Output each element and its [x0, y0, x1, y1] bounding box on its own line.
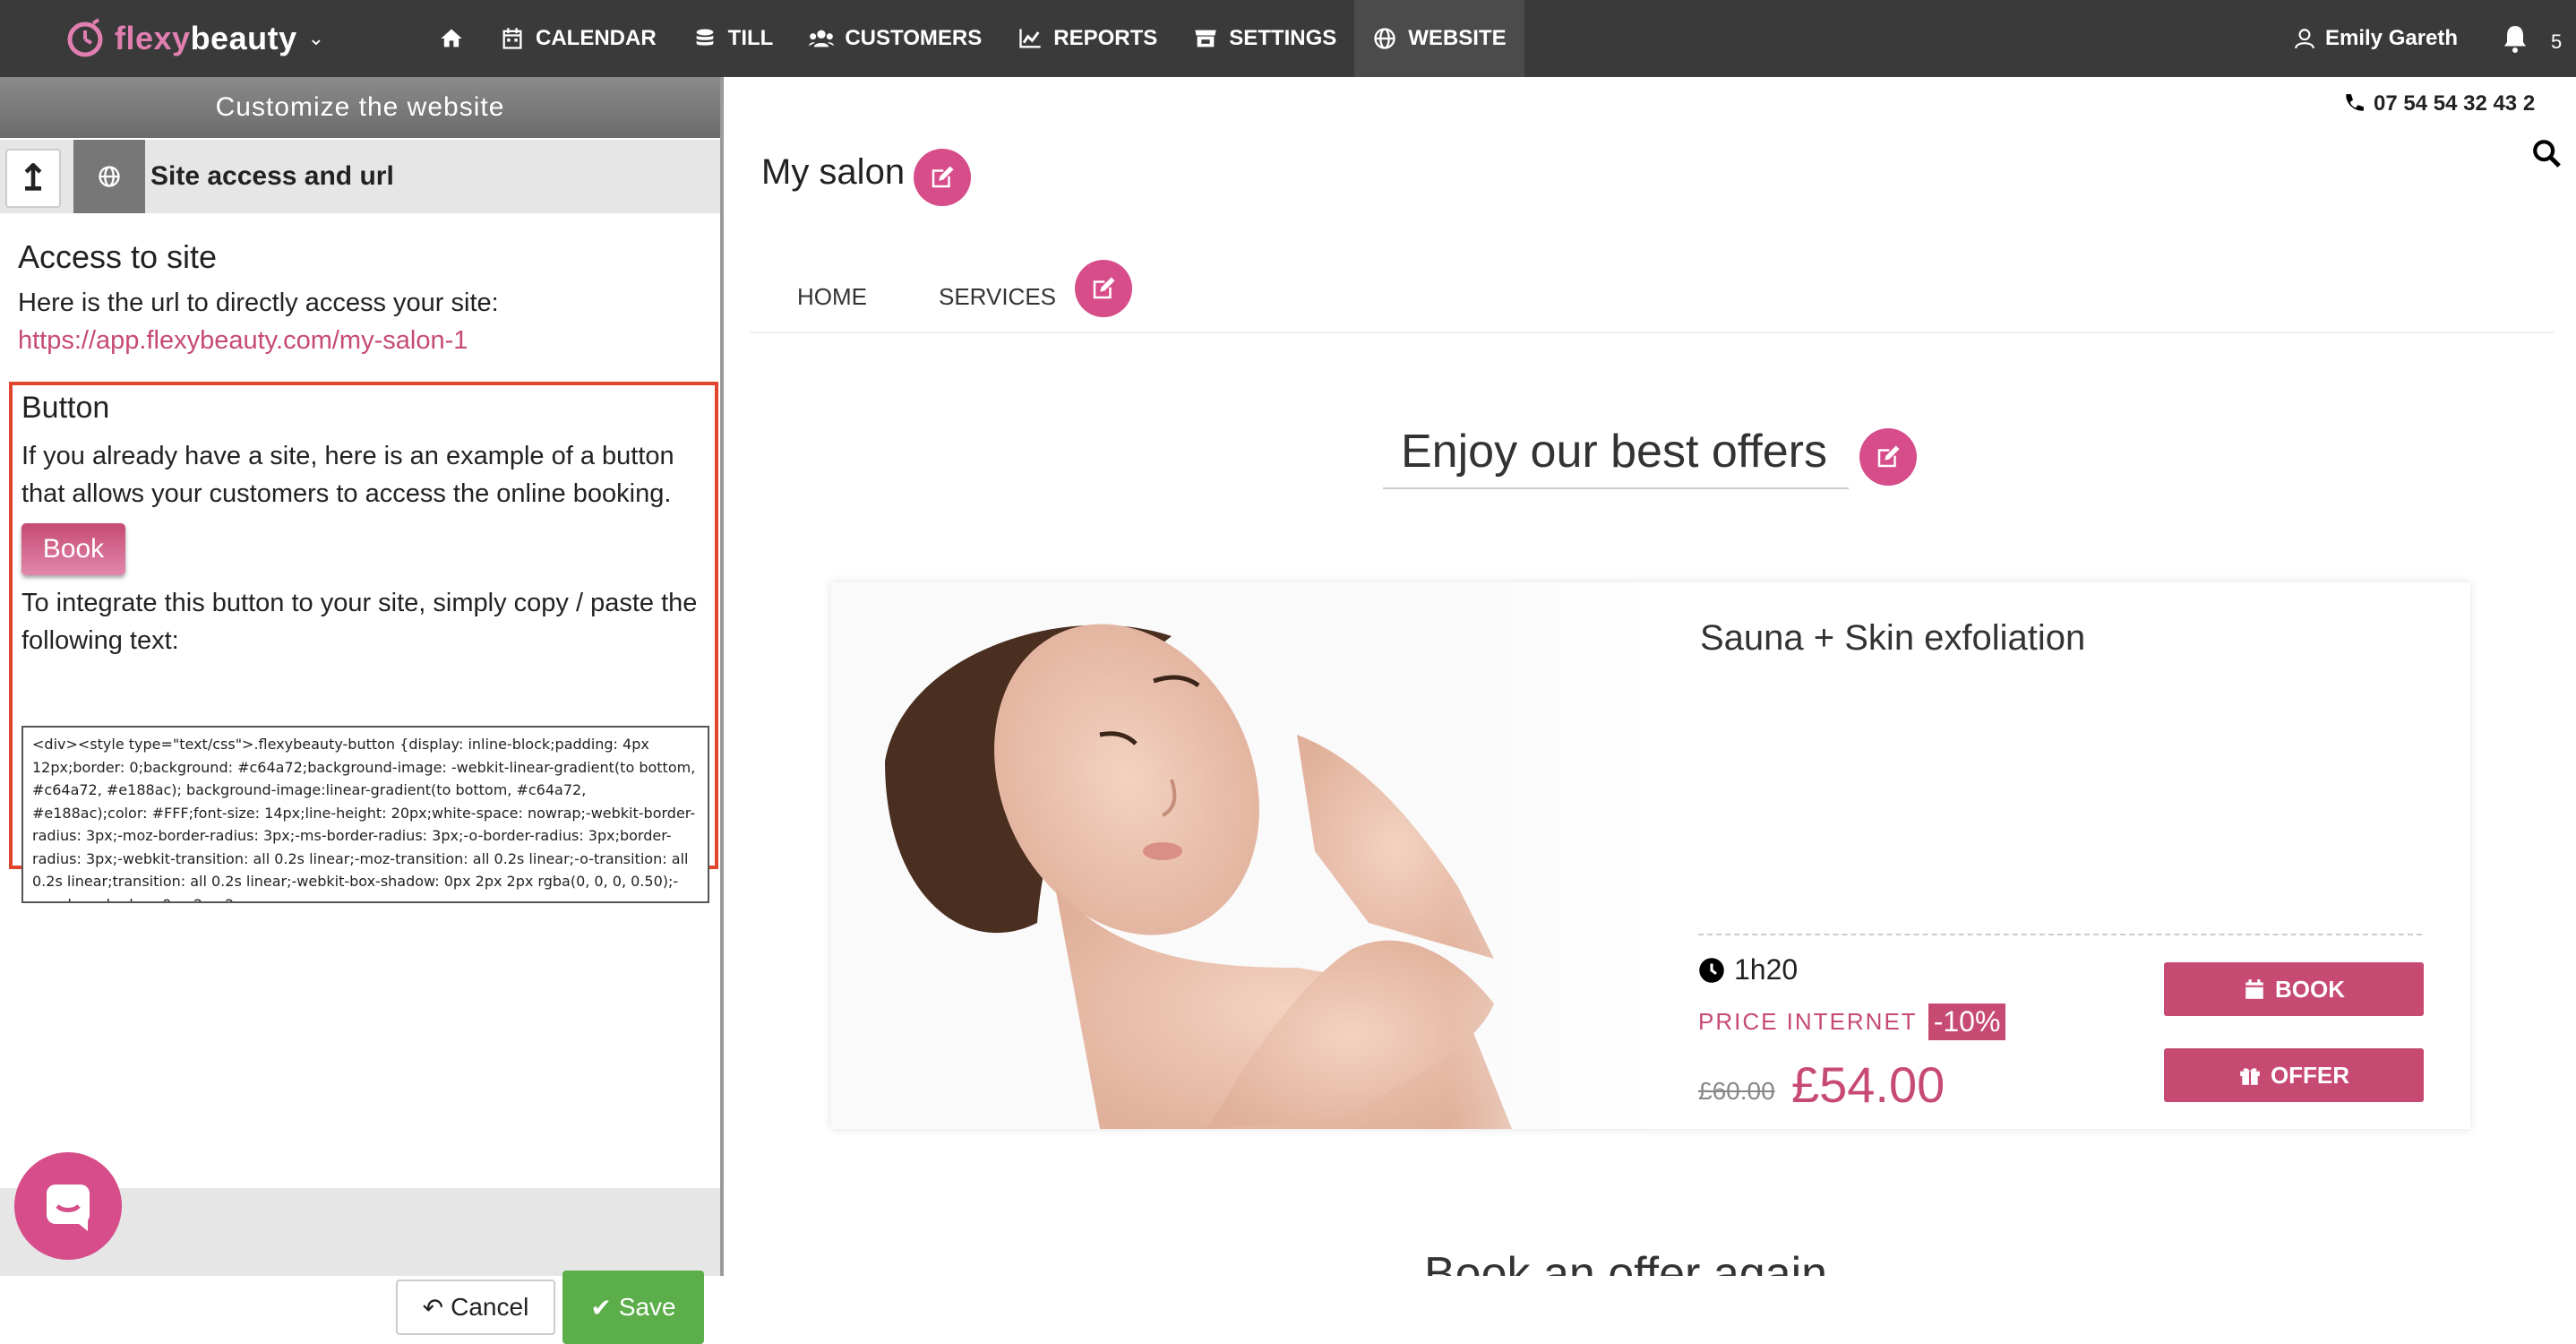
offer-gift-button[interactable]: OFFER	[2164, 1048, 2424, 1102]
search-icon[interactable]	[2531, 138, 2562, 168]
nav-till-label: TILL	[727, 26, 774, 50]
save-button[interactable]: ✔ Save	[562, 1271, 704, 1344]
coins-icon	[696, 29, 714, 46]
access-text: Here is the url to directly access your …	[18, 289, 499, 317]
nav-till[interactable]: TILL	[674, 0, 792, 77]
button-section: Button If you already have a site, here …	[9, 382, 718, 903]
edit-icon	[1093, 277, 1115, 299]
nav-reports-label: REPORTS	[1053, 26, 1158, 50]
brand-logo[interactable]: flexybeauty ⌄	[63, 16, 324, 61]
offer-book-button[interactable]: BOOK	[2164, 962, 2424, 1016]
brand-name: flexybeauty	[115, 20, 297, 56]
cancel-button[interactable]: ↶ Cancel	[396, 1279, 555, 1335]
integrate-text: To integrate this button to your site, s…	[21, 589, 698, 655]
calendar-icon	[502, 28, 522, 49]
nav-website[interactable]: WEBSITE	[1354, 0, 1524, 77]
bell-icon[interactable]	[2499, 23, 2531, 56]
site-url-link[interactable]: https://app.flexybeauty.com/my-salon-1	[18, 326, 468, 356]
edit-icon	[1877, 445, 1900, 468]
nav-settings[interactable]: SETTINGS	[1175, 0, 1354, 77]
offer-image	[831, 582, 1655, 1129]
price-row: PRICE INTERNET -10%	[1698, 1004, 2006, 1040]
nav-reports[interactable]: REPORTS	[1000, 0, 1175, 77]
offer-label: OFFER	[2270, 1061, 2350, 1089]
old-price: £60.00	[1698, 1077, 1775, 1105]
calendar-icon	[2245, 979, 2263, 999]
phone-text: 07 54 54 32 43 2	[2374, 91, 2536, 116]
discount-badge: -10%	[1928, 1004, 2006, 1040]
back-up-button[interactable]: ↥	[5, 149, 61, 208]
top-nav-bar: flexybeauty ⌄ CALENDAR TILL CUSTOMERS RE…	[0, 0, 2576, 77]
offers-title: Enjoy our best offers	[1401, 426, 1827, 478]
globe-icon	[99, 166, 120, 187]
panel-header: Customize the website	[0, 77, 720, 138]
check-icon: ✔	[590, 1293, 612, 1322]
save-label: Save	[618, 1293, 676, 1321]
chat-icon	[47, 1185, 90, 1231]
user-icon	[2295, 29, 2314, 49]
gift-icon	[2240, 1068, 2260, 1085]
section-bar: ↥ Site access and url	[0, 140, 720, 213]
home-icon	[441, 29, 462, 47]
nav-calendar[interactable]: CALENDAR	[482, 0, 674, 77]
book-label: BOOK	[2275, 975, 2345, 1003]
undo-icon: ↶	[422, 1293, 444, 1322]
users-icon	[809, 30, 835, 47]
offer-name: Sauna + Skin exfoliation	[1700, 618, 2086, 658]
clock-icon	[1699, 957, 1724, 983]
section-globe	[73, 140, 145, 213]
edit-salon-name-button[interactable]	[914, 149, 971, 206]
chat-launcher[interactable]	[14, 1152, 122, 1260]
offer-duration: 1h20	[1698, 953, 1798, 986]
button-title: Button	[21, 391, 110, 425]
nav-customers[interactable]: CUSTOMERS	[791, 0, 1000, 77]
book-demo-button[interactable]: Book	[21, 523, 125, 575]
duration-text: 1h20	[1734, 953, 1799, 986]
embed-code-textarea[interactable]: <div><style type="text/css">.flexybeauty…	[21, 726, 709, 903]
site-menu: HOME SERVICES	[797, 283, 1056, 311]
access-title: Access to site	[18, 238, 218, 275]
phone-number: 07 54 54 32 43 2	[2341, 91, 2535, 116]
globe-icon	[1374, 28, 1395, 49]
next-section-heading: Book an offer again	[1424, 1248, 1828, 1276]
notification-count: 5	[2551, 30, 2563, 53]
chart-icon	[1019, 29, 1041, 48]
chevron-down-icon: ⌄	[307, 27, 325, 49]
offer-divider	[1698, 934, 2422, 935]
nav-calendar-label: CALENDAR	[536, 26, 657, 50]
edit-icon	[932, 166, 954, 188]
nav-settings-label: SETTINGS	[1229, 26, 1337, 50]
section-title: Site access and url	[150, 161, 394, 191]
main-nav: CALENDAR TILL CUSTOMERS REPORTS SETTINGS…	[421, 0, 1524, 77]
nav-home[interactable]	[421, 0, 482, 77]
edit-menu-button[interactable]	[1075, 260, 1132, 317]
price-label: PRICE INTERNET	[1698, 1008, 1918, 1035]
edit-offers-button[interactable]	[1859, 428, 1917, 486]
user-menu[interactable]: Emily Gareth	[2293, 0, 2458, 77]
nav-website-label: WEBSITE	[1408, 26, 1507, 50]
user-name: Emily Gareth	[2325, 26, 2459, 50]
offers-underline	[1383, 487, 1849, 489]
offer-card: Sauna + Skin exfoliation 1h20 PRICE INTE…	[831, 582, 2470, 1129]
menu-home[interactable]: HOME	[797, 283, 867, 311]
new-price: £54.00	[1791, 1056, 1945, 1113]
phone-icon	[2346, 94, 2364, 111]
menu-divider	[751, 332, 2555, 333]
customize-panel: Customize the website ↥ Site access and …	[0, 77, 724, 1344]
logo-mark-icon	[67, 18, 103, 57]
woman-face-image	[831, 582, 1655, 1129]
button-description: If you already have a site, here is an e…	[21, 442, 674, 508]
store-icon	[1195, 30, 1216, 47]
cancel-label: Cancel	[451, 1293, 529, 1321]
salon-name: My salon	[761, 152, 906, 192]
nav-customers-label: CUSTOMERS	[845, 26, 983, 50]
menu-services[interactable]: SERVICES	[939, 283, 1056, 311]
